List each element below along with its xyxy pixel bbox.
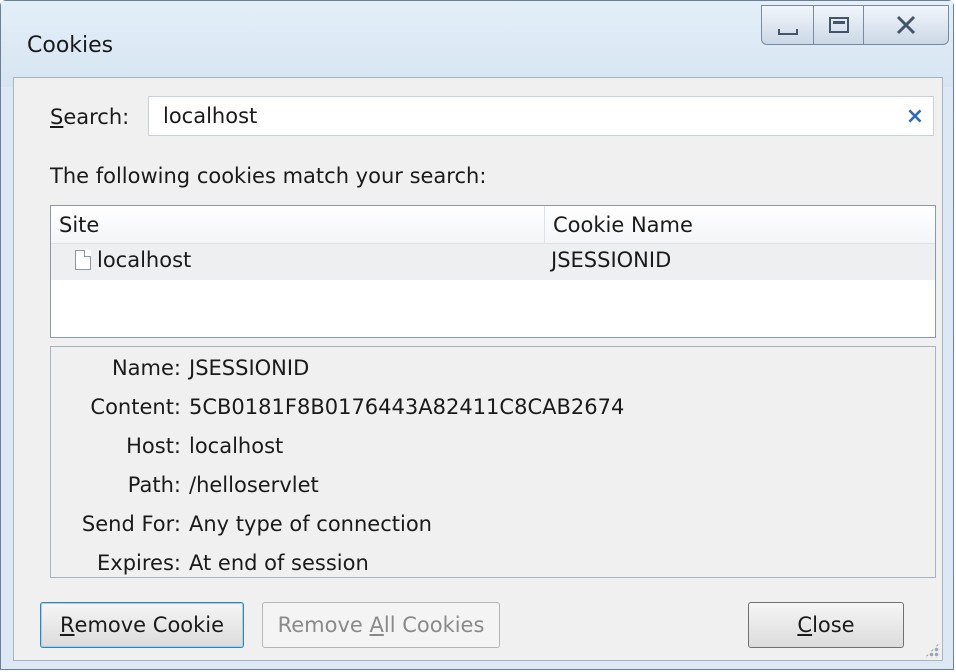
row-site-text: localhost xyxy=(97,248,192,272)
detail-send-for: Send For: Any type of connection xyxy=(51,512,935,542)
close-window-button[interactable] xyxy=(863,5,949,45)
detail-host: Host: localhost xyxy=(51,434,935,464)
match-description: The following cookies match your search: xyxy=(50,164,487,188)
detail-value[interactable]: localhost xyxy=(189,434,283,458)
search-input-value[interactable]: localhost xyxy=(149,104,897,128)
maximize-button[interactable] xyxy=(813,5,863,45)
detail-key: Expires: xyxy=(97,551,181,575)
detail-key: Content: xyxy=(90,395,181,419)
detail-content: Content: 5CB0181F8B0176443A82411C8CAB267… xyxy=(51,395,935,425)
detail-expires: Expires: At end of session xyxy=(51,551,935,581)
cookies-window: Cookies Search: localhost × The followin… xyxy=(0,0,954,670)
dialog-body: Search: localhost × The following cookie… xyxy=(13,77,943,661)
column-header-cookie-name[interactable]: Cookie Name xyxy=(545,206,935,243)
detail-value[interactable]: 5CB0181F8B0176443A82411C8CAB2674 xyxy=(189,395,624,419)
remove-all-cookies-button[interactable]: Remove All Cookies xyxy=(262,602,500,648)
minimize-icon xyxy=(777,29,798,35)
detail-key: Host: xyxy=(126,434,181,458)
close-button[interactable]: Close xyxy=(748,602,904,648)
title-bar[interactable]: Cookies xyxy=(1,1,953,87)
minimize-button[interactable] xyxy=(761,5,813,45)
list-header: Site Cookie Name xyxy=(51,206,935,244)
caption-buttons xyxy=(761,5,949,45)
close-icon xyxy=(896,15,916,35)
detail-value[interactable]: JSESSIONID xyxy=(189,356,309,380)
column-header-site[interactable]: Site xyxy=(51,206,545,243)
detail-path: Path: /helloservlet xyxy=(51,473,935,503)
cookies-list[interactable]: Site Cookie Name localhost JSESSIONID xyxy=(50,205,936,338)
search-input[interactable]: localhost × xyxy=(148,96,934,136)
detail-value[interactable]: Any type of connection xyxy=(189,512,432,536)
clear-search-icon[interactable]: × xyxy=(897,104,933,129)
window-title: Cookies xyxy=(27,33,114,58)
document-icon xyxy=(75,250,91,270)
cookie-details: Name: JSESSIONID Content: 5CB0181F8B0176… xyxy=(50,346,936,578)
search-label: Search: xyxy=(50,105,130,129)
row-cookie-name: JSESSIONID xyxy=(551,248,672,272)
detail-value[interactable]: At end of session xyxy=(189,551,369,575)
detail-key: Path: xyxy=(127,473,181,497)
detail-value[interactable]: /helloservlet xyxy=(189,473,319,497)
resize-grip[interactable] xyxy=(924,642,940,658)
detail-key: Name: xyxy=(111,356,181,380)
detail-name: Name: JSESSIONID xyxy=(51,356,935,386)
maximize-icon xyxy=(828,17,849,33)
detail-key: Send For: xyxy=(81,512,181,536)
row-site-cell: localhost xyxy=(75,248,191,272)
list-item[interactable]: localhost JSESSIONID xyxy=(51,244,935,280)
remove-cookie-button[interactable]: Remove Cookie xyxy=(40,602,244,648)
